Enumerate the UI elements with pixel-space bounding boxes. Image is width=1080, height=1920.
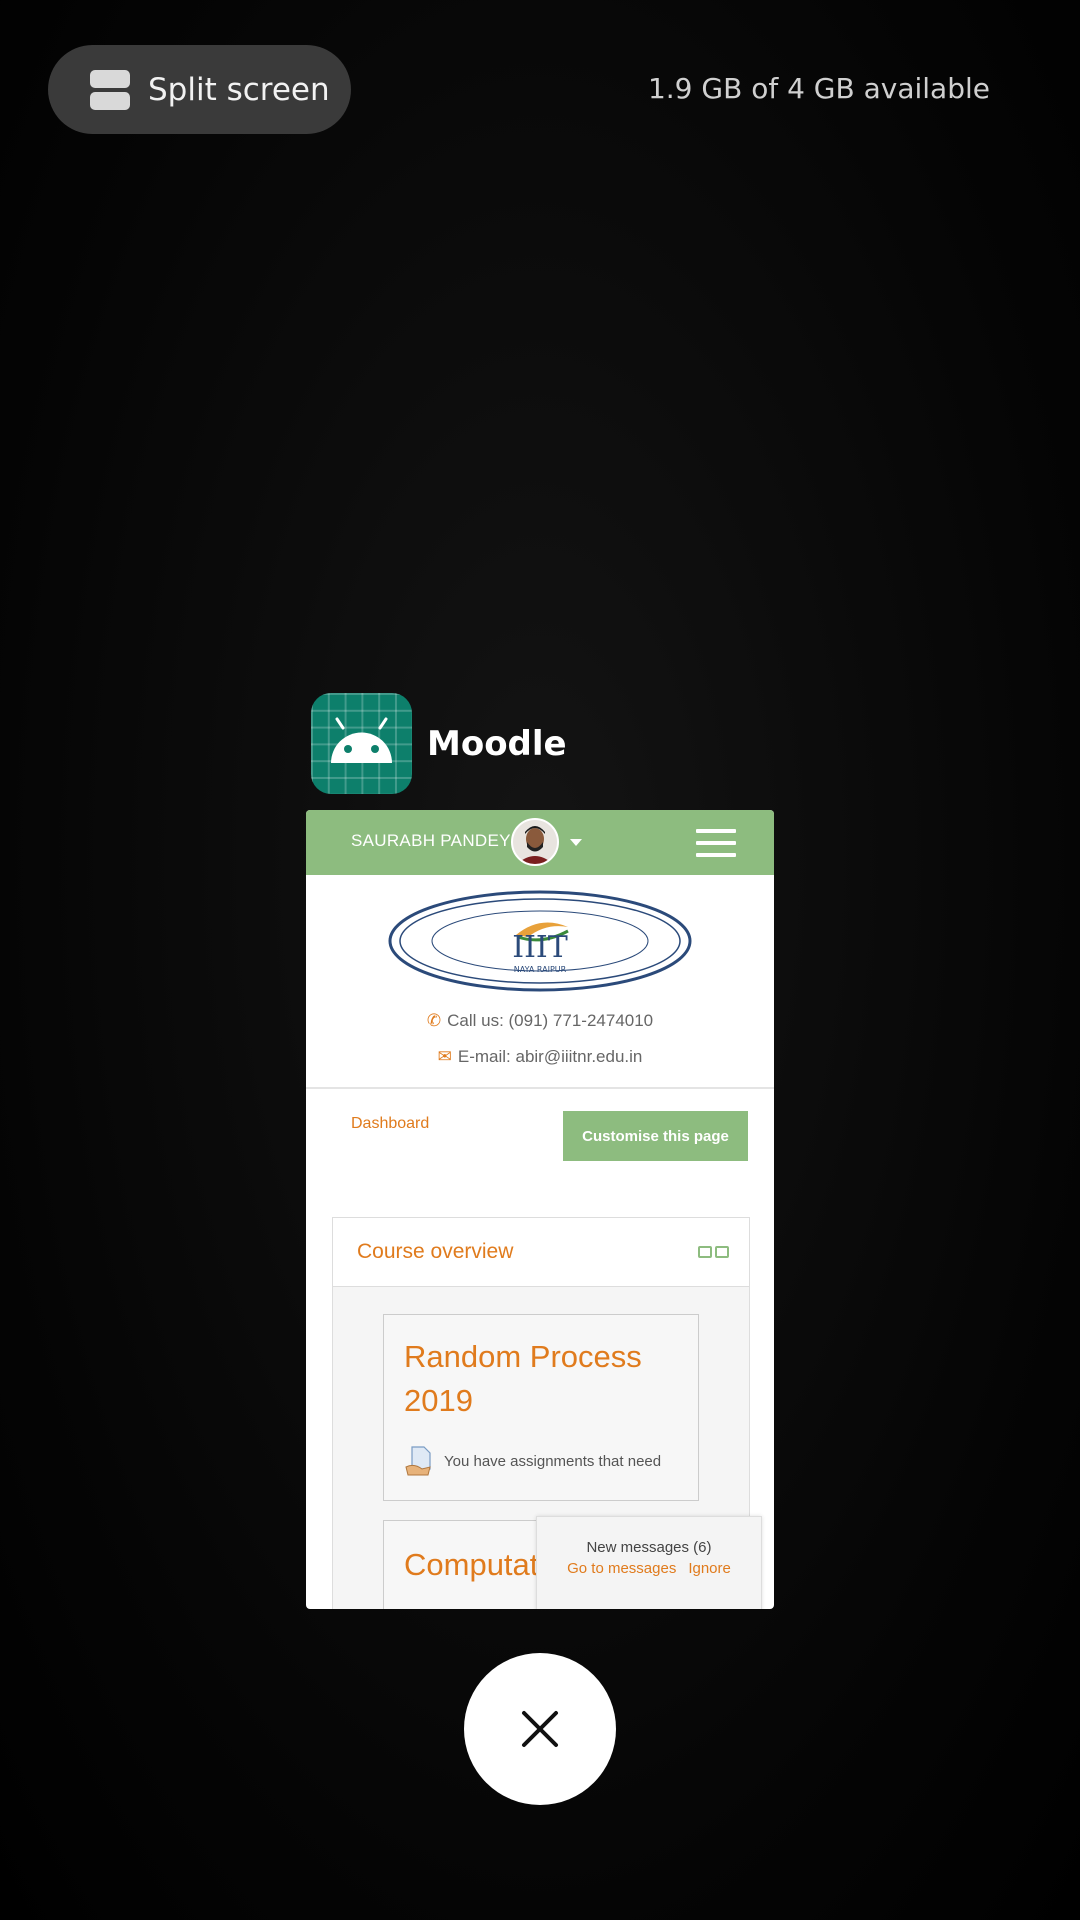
- breadcrumb-dashboard[interactable]: Dashboard: [351, 1115, 429, 1133]
- logo-sub-text: NAYA RAIPUR: [514, 965, 567, 974]
- split-screen-icon: [90, 69, 130, 110]
- logo-main-text: IIIT: [512, 930, 568, 965]
- institute-logo: IIIT NAYA RAIPUR: [306, 875, 774, 1003]
- block-controls[interactable]: [698, 1246, 729, 1258]
- course-title[interactable]: Random Process 2019: [404, 1335, 684, 1423]
- app-name: Moodle: [427, 723, 567, 764]
- close-icon: [522, 1711, 558, 1747]
- contact-info: ✆ Call us: (091) 771-2474010 ✉ E-mail: abi…: [306, 1003, 774, 1075]
- go-to-messages-link[interactable]: Go to messages: [567, 1560, 676, 1577]
- new-messages-popup: New messages (6) Go to messages Ignore: [536, 1516, 762, 1609]
- app-snapshot[interactable]: SAURABH PANDEY IIIT NAYA RAIPUR ✆ Call us…: [306, 810, 774, 1609]
- split-screen-label: Split screen: [148, 71, 330, 108]
- menu-icon[interactable]: [696, 829, 736, 857]
- split-screen-button[interactable]: Split screen: [48, 45, 351, 134]
- dock-icon[interactable]: [715, 1246, 729, 1258]
- new-messages-title: New messages (6): [586, 1539, 712, 1556]
- customise-page-button[interactable]: Customise this page: [563, 1111, 748, 1161]
- course-note: You have assignments that need: [404, 1445, 661, 1477]
- user-name[interactable]: SAURABH PANDEY: [351, 831, 511, 851]
- app-header[interactable]: Moodle: [311, 693, 567, 794]
- course-overview-header: Course overview: [333, 1218, 749, 1287]
- avatar[interactable]: [511, 818, 559, 866]
- moodle-topbar: SAURABH PANDEY: [306, 810, 774, 875]
- phone-text: Call us: (091) 771-2474010: [447, 1011, 654, 1030]
- android-icon[interactable]: [311, 693, 412, 794]
- chevron-down-icon[interactable]: [570, 839, 582, 846]
- nav-row: Dashboard Customise this page: [306, 1089, 774, 1183]
- course-card[interactable]: Random Process 2019 You have assignments…: [383, 1314, 699, 1501]
- memory-info: 1.9 GB of 4 GB available: [647, 72, 990, 105]
- mail-icon: ✉: [437, 1047, 452, 1066]
- close-button[interactable]: [464, 1653, 616, 1805]
- ignore-link[interactable]: Ignore: [688, 1560, 731, 1577]
- phone-icon: ✆: [426, 1011, 442, 1030]
- course-overview-title: Course overview: [357, 1240, 514, 1263]
- assignment-icon: [404, 1445, 434, 1477]
- email-text: E-mail: abir@iiitnr.edu.in: [457, 1047, 643, 1066]
- course-note-text: You have assignments that need: [444, 1452, 662, 1470]
- collapse-icon[interactable]: [698, 1246, 712, 1258]
